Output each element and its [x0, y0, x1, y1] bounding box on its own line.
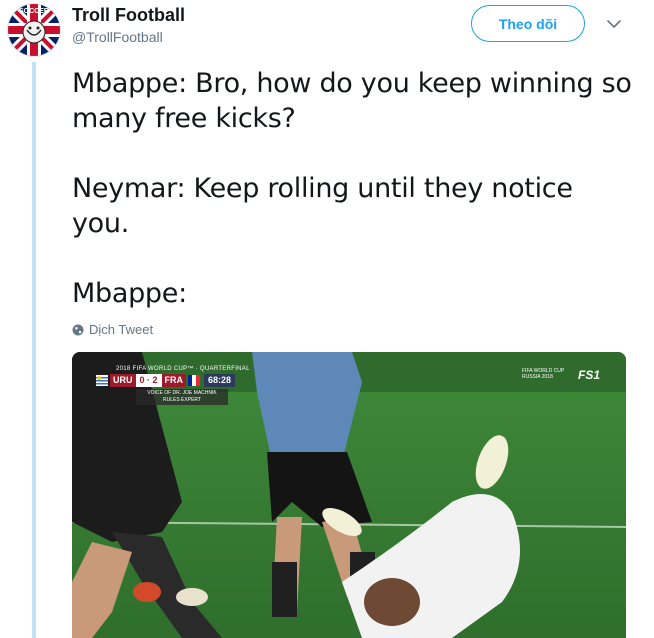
avatar[interactable]: SOCCER [8, 4, 60, 56]
tweet-paragraph: Mbappe: Bro, how do you keep winning so … [72, 68, 632, 134]
rules-expert-overlay: VOICE OF DR. JOE MACHNIK RULES EXPERT [136, 389, 228, 405]
globe-icon [72, 324, 84, 335]
tweet-text: Mbappe: Bro, how do you keep winning so … [72, 66, 632, 311]
thread-line [32, 62, 36, 638]
translate-label: Dịch Tweet [89, 322, 154, 337]
away-team: FRA [161, 374, 187, 387]
match-score: 0 · 2 [135, 374, 162, 387]
world-cup-logo: FIFA WORLD CUP RUSSIA 2018 [522, 368, 565, 380]
scorebug: 2018 FIFA WORLD CUP™ · QUARTERFINAL URU … [96, 366, 250, 405]
user-handle[interactable]: @TrollFootball [72, 29, 163, 45]
tweet-paragraph: Mbappe: [72, 278, 187, 309]
channel-logo: FS1 [578, 368, 601, 382]
scorebug-title: 2018 FIFA WORLD CUP™ · QUARTERFINAL [116, 366, 250, 372]
chevron-down-icon[interactable] [604, 14, 624, 34]
union-jack-avatar-image: SOCCER [8, 4, 60, 56]
uruguay-flag-icon [96, 375, 108, 386]
france-flag-icon [188, 375, 201, 386]
tweet-paragraph: Neymar: Keep rolling until they notice y… [72, 173, 573, 239]
match-clock: 68:28 [204, 374, 236, 387]
tweet-media-image[interactable]: 2018 FIFA WORLD CUP™ · QUARTERFINAL URU … [72, 352, 626, 638]
avatar-text: SOCCER [19, 8, 49, 15]
follow-button[interactable]: Theo dõi [471, 5, 585, 42]
home-team: URU [110, 374, 136, 387]
display-name[interactable]: Troll Football [72, 5, 185, 26]
translate-tweet-link[interactable]: Dịch Tweet [72, 322, 153, 337]
